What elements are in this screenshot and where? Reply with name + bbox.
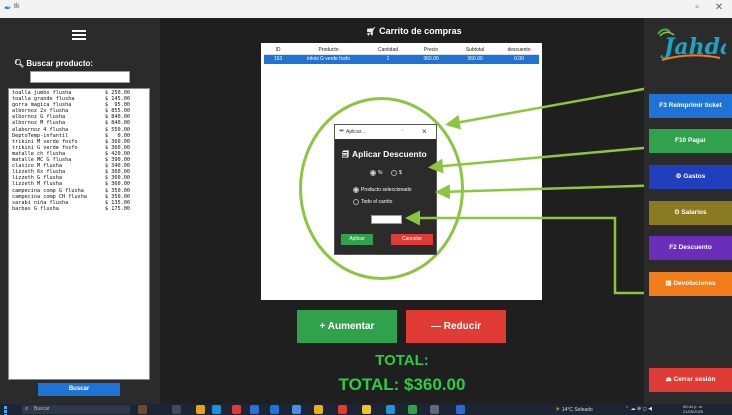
cell-subtotal: 360.00 <box>467 56 483 62</box>
maximize-button[interactable]: ▫ <box>690 2 704 13</box>
table-row[interactable]: 153 trikini G verde fosfo 1 360.00 360.0… <box>264 55 539 64</box>
window-title: tk <box>14 3 20 10</box>
cell-price: 360.00 <box>423 56 439 62</box>
taskbar-app-icon[interactable] <box>314 405 323 414</box>
column-header[interactable]: ID <box>264 46 292 54</box>
windows-start-icon[interactable] <box>4 406 11 415</box>
radio-whole-cart[interactable]: Todo el carrito <box>353 199 392 205</box>
radio-selected-product[interactable]: Producto seleccionado <box>353 187 412 193</box>
dialog-titlebar: ✒ Aplicar... ▫ × <box>335 125 436 139</box>
taskbar-app-icon[interactable] <box>270 405 279 414</box>
list-item[interactable]: barbas G flusha $ 175.00 <box>12 206 146 212</box>
taskbar-app-icon[interactable] <box>292 405 301 414</box>
taskbar-app-icon[interactable] <box>456 405 465 414</box>
search-icon: ⌕ <box>25 406 29 412</box>
product-search-sidebar: 🔍︎ Buscar producto: toalla jumbo flusha $… <box>0 18 160 404</box>
feather-app-icon: ✒ <box>339 128 345 135</box>
discount-dialog: ✒ Aplicar... ▫ × 🗐︎ Aplicar Descuento % $… <box>334 124 437 255</box>
expenses-button[interactable]: ⚙︎ Gastos <box>649 165 732 189</box>
cell-id: 153 <box>273 56 283 62</box>
logout-button[interactable]: ⏏︎ Cerrar sesión <box>649 368 732 392</box>
app-screen: ✒ tk ▫ ✕ 🔍︎ Buscar producto: toalla jumb… <box>0 0 732 415</box>
column-header[interactable]: descuento <box>499 46 539 54</box>
returns-button[interactable]: ▤ Devoluciones <box>649 272 732 296</box>
taskbar-app-icon[interactable] <box>408 405 417 414</box>
total-value: TOTAL: $360.00 <box>338 375 466 394</box>
product-name: barbas G flusha <box>12 205 59 212</box>
taskbar-app-icon[interactable] <box>386 405 395 414</box>
pay-button[interactable]: F10 Pagar <box>649 129 732 153</box>
radio-button[interactable] <box>391 170 397 176</box>
cart-table-header: ID Producto Cantidad Precio Subtotal des… <box>264 46 539 55</box>
dialog-close-button[interactable]: × <box>422 127 427 136</box>
taskbar-app-icon[interactable] <box>172 405 181 414</box>
cell-product: trikini G verde fosfo <box>306 56 351 62</box>
dialog-window-title: Aplicar... <box>346 129 366 135</box>
cart-title: 🛒︎ Carrito de compras <box>366 26 462 36</box>
column-header[interactable]: Producto <box>292 46 365 54</box>
radio-percent[interactable]: % <box>370 170 382 176</box>
sun-icon: ☀ <box>555 407 561 413</box>
discount-button[interactable]: F2 Descuento <box>649 236 732 260</box>
search-button[interactable]: Buscar <box>38 383 120 396</box>
dialog-maximize-button[interactable]: ▫ <box>401 127 403 134</box>
taskbar-app-icon[interactable] <box>250 405 259 414</box>
weather-widget[interactable]: ☀ 14°C Soleado <box>555 406 593 413</box>
window-titlebar: ✒ tk ▫ ✕ <box>0 0 732 18</box>
hamburger-menu-icon[interactable] <box>72 30 86 40</box>
taskbar-app-icon[interactable] <box>362 405 371 414</box>
cancel-button[interactable]: Cancelar <box>391 234 433 245</box>
cart-icon: 🛒︎ <box>366 27 377 36</box>
product-list[interactable]: toalla jumbo flusha $ 250.00 toalla grande… <box>8 88 150 380</box>
jahda-logo: Jahda <box>657 28 726 61</box>
column-header[interactable]: Cantidad <box>365 46 411 54</box>
taskbar-app-icon[interactable] <box>196 405 205 414</box>
close-window-button[interactable]: ✕ <box>712 2 726 13</box>
column-header[interactable]: Precio <box>411 46 451 54</box>
total-label: TOTAL: <box>375 352 429 369</box>
dialog-heading: 🗐︎ Aplicar Descuento <box>342 149 427 159</box>
magnifier-icon: 🔍︎ <box>14 59 25 68</box>
taskbar-app-icon[interactable] <box>212 405 221 414</box>
radio-button[interactable] <box>370 170 376 176</box>
increase-button[interactable]: + Aumentar <box>297 310 397 343</box>
column-header[interactable]: Subtotal <box>451 46 499 54</box>
radio-button[interactable] <box>353 187 359 193</box>
radio-amount[interactable]: $ <box>391 170 402 176</box>
taskbar-clock[interactable]: 05:44 p. m. 21/05/2025 <box>683 404 703 414</box>
product-price: $ 175.00 <box>105 205 130 212</box>
system-tray-icons[interactable]: ⌃ ☁ ⊕ ◻ ◀ <box>625 406 652 412</box>
salaries-button[interactable]: ⏲︎ Salarios <box>649 201 732 225</box>
actions-sidebar: Jahda F3 Reimprimir ticket F10 Pagar ⚙︎ … <box>644 18 732 404</box>
taskbar-app-icon[interactable] <box>338 405 347 414</box>
windows-taskbar: ⌕ Buscar ☀ 14°C Soleado ⌃ ☁ ⊕ ◻ ◀ 05:44 … <box>0 404 732 415</box>
apply-button[interactable]: Aplicar <box>341 234 373 245</box>
cell-discount: 0.00 <box>514 56 524 62</box>
taskbar-search[interactable]: ⌕ Buscar <box>22 405 130 414</box>
feather-app-icon: ✒ <box>4 3 12 13</box>
cell-qty: 1 <box>386 56 390 62</box>
logout-icon: ⏏︎ <box>665 376 674 383</box>
product-search-input[interactable] <box>30 71 130 83</box>
taskbar-app-icon[interactable] <box>430 405 439 414</box>
search-label: 🔍︎ Buscar producto: <box>14 59 94 68</box>
discount-value-input[interactable] <box>371 215 402 224</box>
decrease-button[interactable]: — Reducir <box>406 310 506 343</box>
radio-button[interactable] <box>353 199 359 205</box>
discount-icon: 🗐︎ <box>342 152 349 159</box>
reprint-ticket-button[interactable]: F3 Reimprimir ticket <box>649 94 732 118</box>
taskbar-app-icon[interactable] <box>138 405 147 414</box>
taskbar-app-icon[interactable] <box>232 405 241 414</box>
